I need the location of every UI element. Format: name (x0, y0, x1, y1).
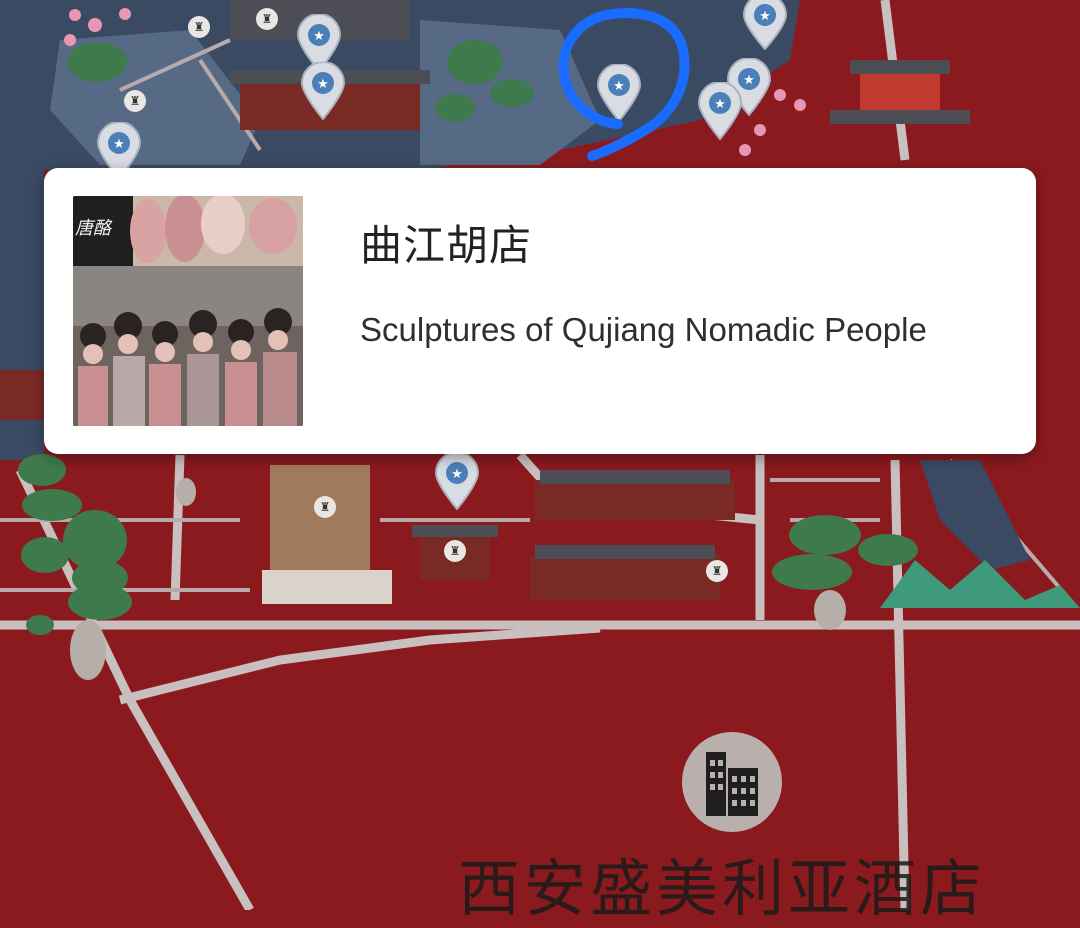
poi-popup-card[interactable]: 唐酪 曲江胡店 Sculptures of Qujiang Nomadic Pe… (44, 168, 1036, 454)
star-pin-icon[interactable]: ★ (742, 0, 788, 50)
thumbnail-sign-text: 唐酪 (75, 218, 111, 239)
poi-title: 曲江胡店 (360, 221, 533, 270)
svg-text:★: ★ (317, 77, 329, 92)
toilet-icon[interactable]: ♜ (188, 16, 210, 38)
poi-thumbnail[interactable]: 唐酪 (73, 196, 303, 426)
poi-subtitle: Sculptures of Qujiang Nomadic People (360, 311, 927, 348)
svg-text:★: ★ (451, 467, 463, 482)
svg-text:★: ★ (714, 97, 726, 112)
highlight-circle (558, 8, 690, 161)
star-pin-icon[interactable]: ★ (434, 452, 480, 510)
star-pin-icon[interactable]: ★ (300, 62, 346, 120)
toilet-icon[interactable]: ♜ (256, 8, 278, 30)
svg-text:★: ★ (743, 73, 755, 88)
svg-text:★: ★ (759, 9, 771, 24)
toilet-icon[interactable]: ♜ (444, 540, 466, 562)
hotel-label[interactable]: 西安盛美利亚酒店 (458, 838, 986, 928)
map-canvas[interactable] (0, 0, 1080, 910)
toilet-icon[interactable]: ♜ (706, 560, 728, 582)
toilet-icon[interactable]: ♜ (314, 496, 336, 518)
toilet-icon[interactable]: ♜ (124, 90, 146, 112)
svg-text:★: ★ (113, 137, 125, 152)
star-pin-icon[interactable]: ★ (697, 82, 743, 140)
building-icon[interactable] (682, 732, 782, 832)
svg-text:★: ★ (313, 29, 325, 44)
